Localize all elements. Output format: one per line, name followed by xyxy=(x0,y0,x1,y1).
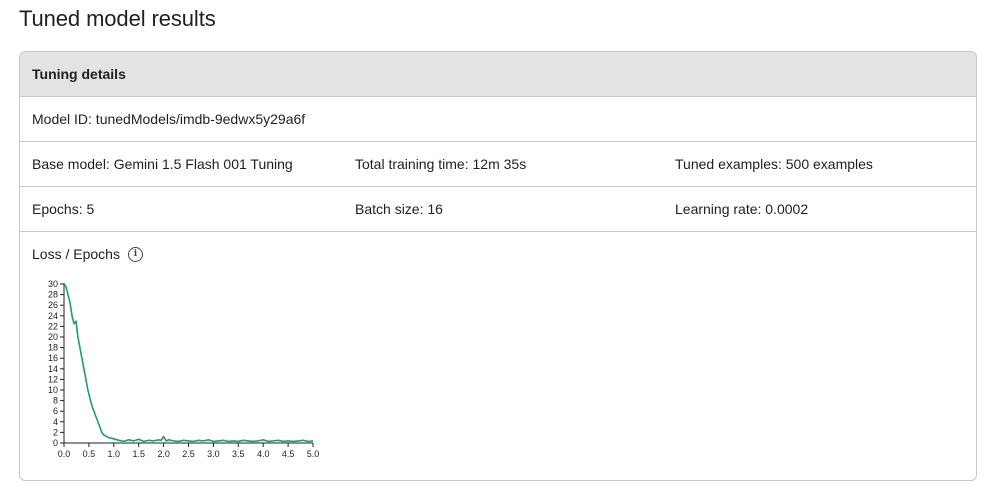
x-tick-label: 4.0 xyxy=(257,449,270,459)
x-tick-label: 2.5 xyxy=(182,449,195,459)
batch-size: Batch size: 16 xyxy=(355,201,443,217)
y-tick-label: 18 xyxy=(48,343,58,353)
y-tick-label: 22 xyxy=(48,321,58,331)
x-tick-label: 3.5 xyxy=(232,449,245,459)
learning-rate: Learning rate: 0.0002 xyxy=(675,201,809,217)
y-tick-label: 30 xyxy=(48,279,58,289)
y-tick-label: 10 xyxy=(48,385,58,395)
y-tick-label: 4 xyxy=(53,417,58,427)
page-title: Tuned model results xyxy=(19,6,216,31)
model-info-row: Base model: Gemini 1.5 Flash 001 Tuning … xyxy=(20,142,976,187)
x-tick-label: 1.0 xyxy=(108,449,121,459)
y-tick-label: 0 xyxy=(53,438,58,448)
y-tick-label: 6 xyxy=(53,406,58,416)
y-tick-label: 8 xyxy=(53,396,58,406)
x-tick-label: 5.0 xyxy=(307,449,320,459)
x-tick-label: 0.5 xyxy=(83,449,96,459)
model-id-row: Model ID: tunedModels/imdb-9edwx5y29a6f xyxy=(20,97,976,142)
y-tick-label: 16 xyxy=(48,353,58,363)
x-tick-label: 0.0 xyxy=(58,449,71,459)
y-tick-label: 12 xyxy=(48,374,58,384)
loss-series-line xyxy=(63,283,314,443)
y-tick-label: 24 xyxy=(48,311,58,321)
y-tick-label: 26 xyxy=(48,300,58,310)
loss-chart-section: Loss / Epochs i 0 2 4 6 8 10 12 14 16 18 20 22 24 26 2… xyxy=(20,232,976,480)
x-tick-label: 4.5 xyxy=(282,449,295,459)
x-tick-label: 3.0 xyxy=(207,449,220,459)
y-tick-label: 14 xyxy=(48,364,58,374)
x-tick-label: 1.5 xyxy=(132,449,145,459)
total-training-time: Total training time: 12m 35s xyxy=(355,156,527,172)
tuning-details-header: Tuning details xyxy=(20,52,976,97)
epochs: Epochs: 5 xyxy=(32,201,95,217)
loss-chart: 0246810121416182022242628300.0 0.5 1.0 1.5 2… xyxy=(48,279,320,459)
y-tick-label: 28 xyxy=(48,290,58,300)
x-tick-label: 2.0 xyxy=(157,449,170,459)
tuning-details-card: Tuning details Model ID: tunedModels/imd… xyxy=(19,51,977,481)
y-tick-label: 20 xyxy=(48,332,58,342)
y-tick-label: 2 xyxy=(53,427,58,437)
tuned-examples: Tuned examples: 500 examples xyxy=(675,156,873,172)
hyperparameters-row: Epochs: 5 Batch size: 16 Learning rate: … xyxy=(20,187,976,232)
model-id: Model ID: tunedModels/imdb-9edwx5y29a6f xyxy=(32,111,306,127)
base-model: Base model: Gemini 1.5 Flash 001 Tuning xyxy=(32,156,293,172)
